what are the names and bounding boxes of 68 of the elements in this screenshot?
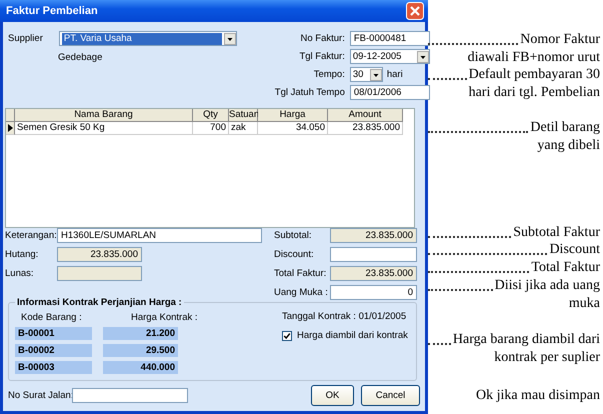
field-label: No Surat Jalan: — [8, 390, 72, 401]
annotation-text: Total Faktur — [531, 259, 600, 277]
item-code: B-00003 — [15, 361, 92, 374]
price-from-contract-checkbox[interactable]: Harga diambil dari kontrak — [282, 330, 410, 341]
field-label: Tempo: — [312, 69, 346, 80]
annotation-text: Ok jika mau disimpan — [476, 387, 600, 405]
annotation-text: Detil barang — [530, 119, 600, 137]
annotation-text: Harga barang diambil dari — [452, 331, 600, 349]
close-icon[interactable] — [406, 2, 424, 20]
supplier-dropdown[interactable]: PT. Varia Usaha — [58, 31, 237, 46]
annotation-text: Default pembayaran 30 — [468, 66, 600, 84]
field-label: Keterangan: — [5, 230, 57, 241]
amount-field[interactable]: 23.835.000 — [330, 228, 417, 243]
contract-price: 21.200 — [103, 327, 178, 340]
annotation-text: muka — [568, 295, 600, 313]
checkmark-icon — [283, 332, 291, 340]
annotation-text: diawali FB+nomor urut — [468, 49, 600, 67]
item-code: B-00002 — [15, 344, 92, 357]
annotation-text: kontrak per suplier — [494, 349, 600, 367]
table-cell: 23.835.000 — [328, 122, 403, 135]
delivery-note-field[interactable] — [72, 388, 188, 403]
text-field[interactable]: FB-0000481 — [350, 31, 430, 46]
table-cell: Semen Gresik 50 Kg — [15, 122, 193, 135]
dialog-button[interactable]: OK — [311, 385, 354, 406]
dialog-button[interactable]: Cancel — [361, 385, 420, 406]
window-title: Faktur Pembelian — [6, 5, 98, 17]
column-header[interactable]: Harga — [258, 109, 328, 122]
annotation-text: Subtotal Faktur — [513, 224, 600, 242]
field-label: Tgl Jatuh Tempo — [274, 87, 346, 98]
column-header[interactable]: Satuan — [229, 109, 258, 122]
amount-field[interactable]: 23.835.000 — [330, 266, 417, 281]
field-label: Supplier — [8, 33, 43, 44]
field-label: Discount: — [274, 249, 315, 260]
column-header: Kode Barang : — [20, 312, 83, 323]
table-cell: zak — [229, 122, 258, 135]
text-field[interactable]: H1360LE/SUMARLAN — [57, 228, 262, 243]
annotation-text: Nomor Faktur — [520, 31, 600, 49]
supplier-address: Gedebage — [58, 52, 104, 63]
field-label: No Faktur: — [300, 33, 346, 44]
table-cell: 34.050 — [258, 122, 328, 135]
annotation-text: yang dibeli — [537, 137, 600, 155]
item-code: B-00001 — [15, 327, 92, 340]
field-label: Lunas: — [5, 268, 35, 279]
field-label: Total Faktur: — [274, 268, 328, 279]
unit-label: hari — [386, 69, 403, 80]
contract-price: 29.500 — [103, 344, 178, 357]
field-label: Subtotal: — [274, 230, 312, 241]
column-header[interactable]: Qty — [193, 109, 229, 122]
annotation-text: Discount — [549, 241, 600, 259]
amount-field[interactable] — [330, 247, 417, 262]
annotation-text: hari dari tgl. Pembelian — [468, 84, 600, 102]
text-field[interactable] — [57, 266, 142, 281]
contract-price: 440.000 — [103, 361, 178, 374]
column-header[interactable]: Nama Barang — [15, 109, 193, 122]
text-field[interactable]: 08/01/2006 — [350, 85, 430, 100]
field-label: Tgl Faktur: — [298, 51, 346, 62]
amount-field[interactable]: 0 — [330, 285, 417, 300]
group-title: Informasi Kontrak Perjanjian Harga : — [16, 297, 183, 308]
contract-date: Tanggal Kontrak : 01/01/2005 — [282, 311, 408, 322]
date-dropdown[interactable]: 09-12-2005 — [350, 49, 430, 64]
column-header[interactable]: Amount — [328, 109, 403, 122]
column-header: Harga Kontrak : — [130, 312, 199, 323]
annotation-text: Diisi jika ada uang — [494, 277, 600, 295]
tempo-dropdown[interactable]: 30 — [350, 67, 383, 82]
field-label: Hutang: — [5, 249, 40, 260]
field-label: Uang Muka : — [274, 287, 329, 298]
text-field[interactable]: 23.835.000 — [57, 247, 142, 262]
table-cell: 700 — [193, 122, 229, 135]
